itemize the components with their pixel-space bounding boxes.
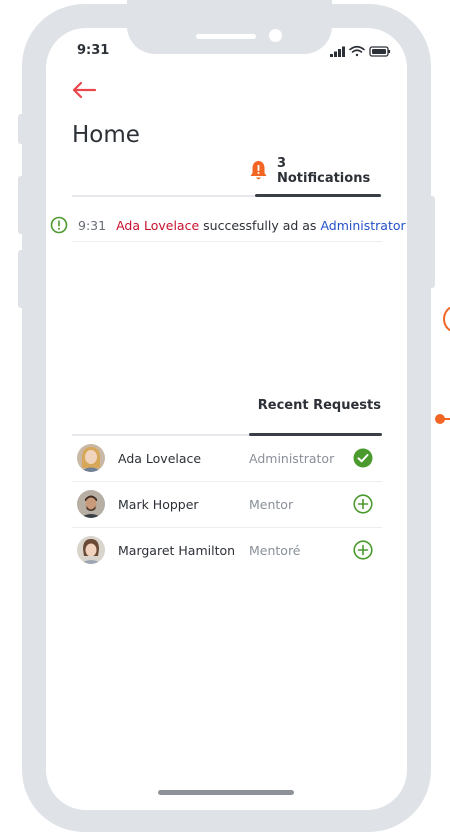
signal-icon — [330, 46, 345, 57]
avatar — [77, 536, 105, 564]
check-circle-icon[interactable] — [353, 448, 373, 468]
status-time: 9:31 — [77, 43, 110, 58]
add-circle-icon[interactable] — [353, 494, 373, 514]
home-indicator[interactable] — [158, 790, 294, 795]
request-role: Mentor — [249, 496, 294, 512]
notification-time: 9:31 — [78, 217, 107, 233]
tab-notifications[interactable]: 3 Notifications — [249, 156, 381, 186]
power-button — [429, 196, 435, 288]
speaker — [196, 34, 256, 39]
notification-user-link[interactable]: Ada Lovelace — [116, 218, 199, 233]
notification-message: successfully ad as — [203, 217, 317, 233]
notifications-tab-indicator — [255, 194, 381, 197]
alert-circle-icon — [50, 216, 68, 234]
request-name: Mark Hopper — [118, 496, 199, 512]
decorative-line-right — [443, 418, 450, 420]
request-name: Ada Lovelace — [118, 450, 202, 466]
volume-up-button — [18, 176, 24, 234]
notification-item[interactable]: 9:31 Ada Lovelace successfully ad as Adm… — [50, 214, 406, 236]
notification-separator — [72, 241, 382, 242]
notification-role-link[interactable]: Administrator — [320, 218, 405, 233]
request-row[interactable]: Margaret Hamilton Mentoré — [72, 528, 382, 572]
volume-down-button — [18, 250, 24, 308]
notch — [127, 0, 332, 54]
page-title: Home — [72, 122, 140, 148]
bell-icon — [249, 160, 268, 182]
add-circle-icon[interactable] — [353, 540, 373, 560]
tab-recent-requests[interactable]: Recent Requests — [249, 398, 381, 422]
battery-icon — [369, 46, 391, 57]
avatar — [77, 444, 105, 472]
decorative-ring-right — [443, 305, 450, 333]
request-row[interactable]: Mark Hopper Mentor — [72, 482, 382, 526]
request-role: Mentoré — [249, 542, 301, 558]
back-arrow-icon[interactable] — [71, 80, 97, 100]
request-row[interactable]: Ada Lovelace Administrator — [72, 436, 382, 480]
request-name: Margaret Hamilton — [118, 542, 236, 558]
notifications-tab-label: 3 Notifications — [277, 156, 371, 186]
request-role: Administrator — [249, 450, 335, 466]
wifi-icon — [349, 45, 365, 57]
mute-switch — [18, 114, 24, 144]
camera — [269, 29, 282, 42]
status-icons — [330, 43, 392, 57]
avatar — [77, 490, 105, 518]
